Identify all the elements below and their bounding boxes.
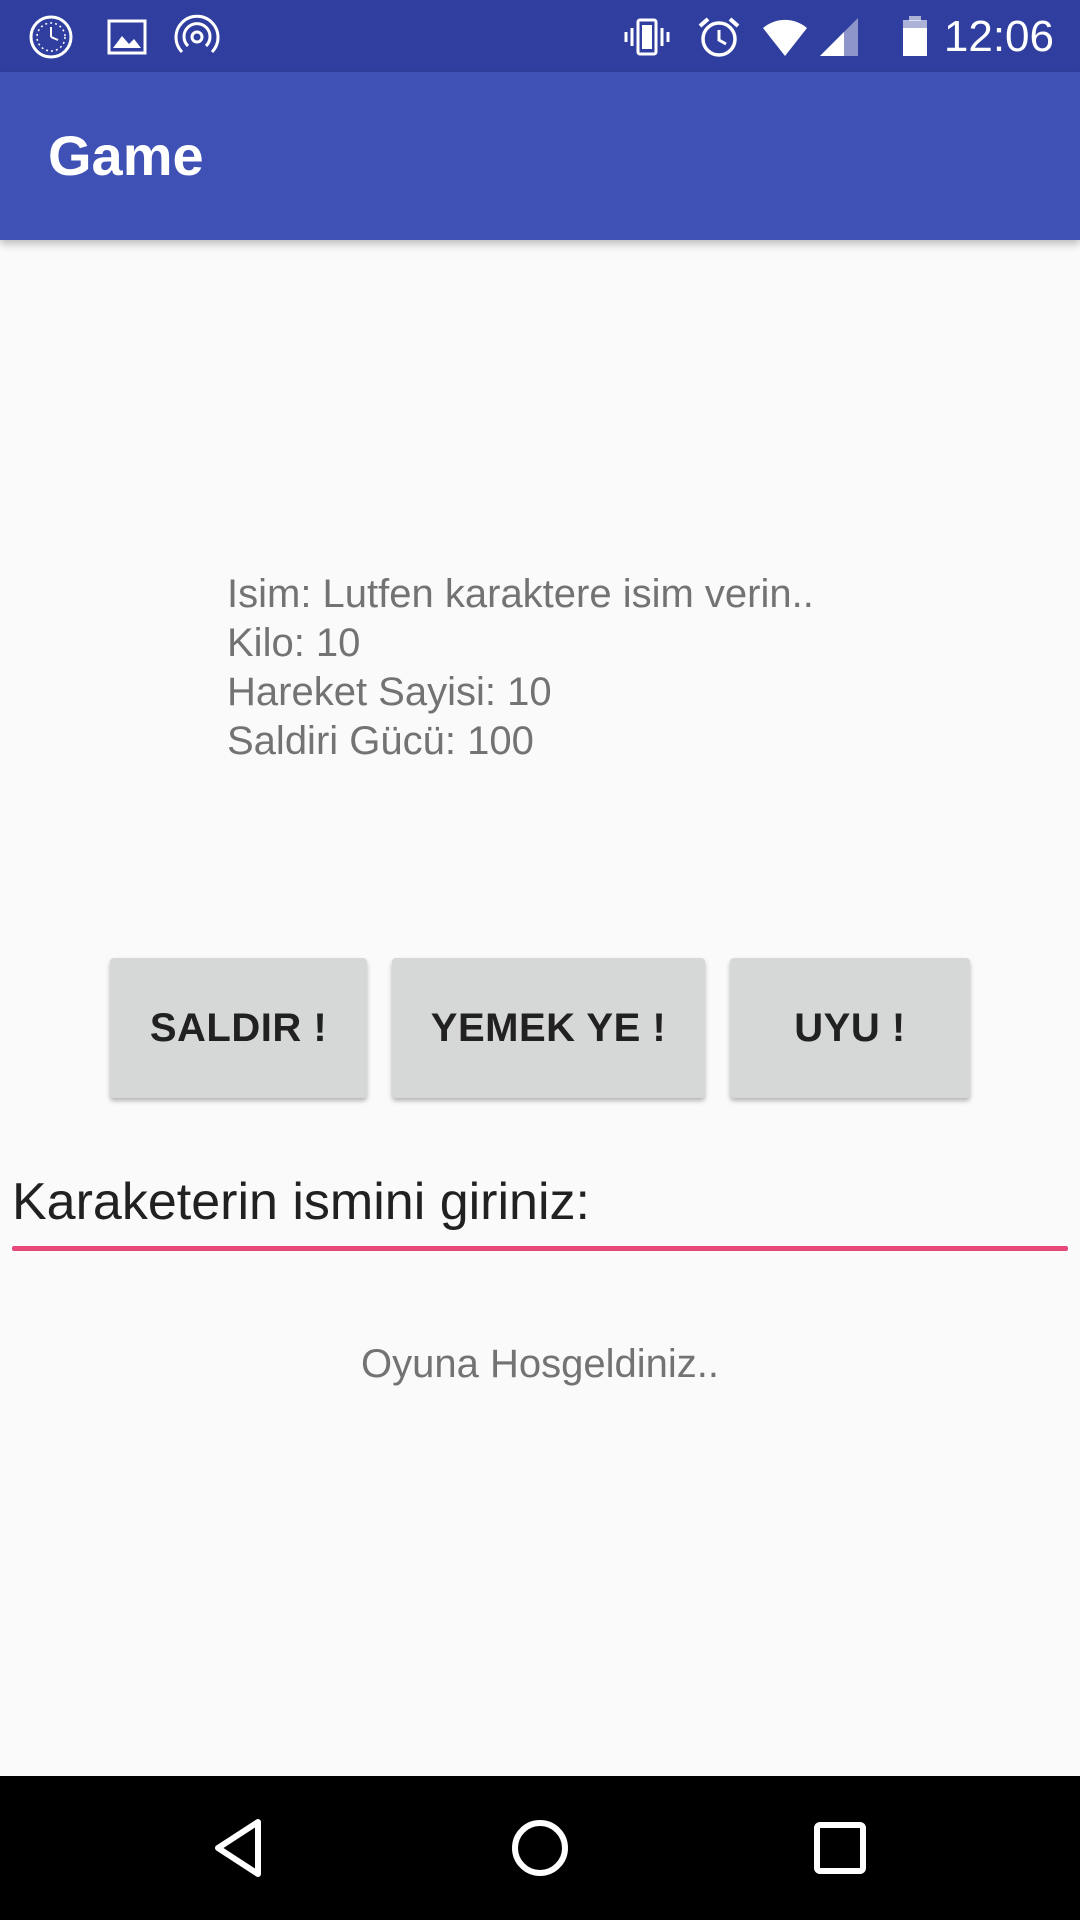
clock-app-icon [29, 15, 73, 59]
character-moves-text: Hareket Sayisi: 10 [227, 670, 552, 714]
sleep-button[interactable]: UYU ! [730, 958, 970, 1098]
alarm-icon [698, 17, 740, 57]
character-name-placeholder: Karaketerin ismini giriniz: [12, 1173, 590, 1231]
attack-button[interactable]: SALDIR ! [110, 958, 367, 1098]
app-bar: Game [0, 72, 1080, 240]
status-bar: 12:06 [0, 0, 1080, 72]
back-icon[interactable] [208, 1816, 272, 1880]
image-icon [107, 19, 147, 55]
character-attack-text: Saldiri Gücü: 100 [227, 719, 534, 763]
hotspot-icon [174, 14, 220, 54]
wifi-icon [763, 19, 807, 56]
vibrate-icon [624, 18, 670, 56]
navigation-bar [0, 1776, 1080, 1920]
status-time: 12:06 [943, 12, 1054, 61]
home-icon[interactable] [508, 1816, 572, 1880]
eat-button[interactable]: YEMEK YE ! [392, 958, 705, 1098]
battery-icon [903, 16, 927, 56]
welcome-message: Oyuna Hosgeldiniz.. [361, 1342, 719, 1386]
character-info: Isim: Lutfen karaktere isim verin.. Kilo… [227, 570, 814, 766]
app-title: Game [48, 124, 204, 187]
recents-icon[interactable] [808, 1816, 872, 1880]
character-name-input[interactable]: Karaketerin ismini giriniz: [12, 1168, 1068, 1252]
input-underline [12, 1246, 1068, 1251]
character-weight-text: Kilo: 10 [227, 621, 361, 665]
app-screen: 12:06 Game Isim: Lutfen karaktere isim v… [0, 0, 1080, 1920]
cell-signal-icon [820, 18, 858, 56]
character-name-text: Isim: Lutfen karaktere isim verin.. [227, 572, 814, 616]
